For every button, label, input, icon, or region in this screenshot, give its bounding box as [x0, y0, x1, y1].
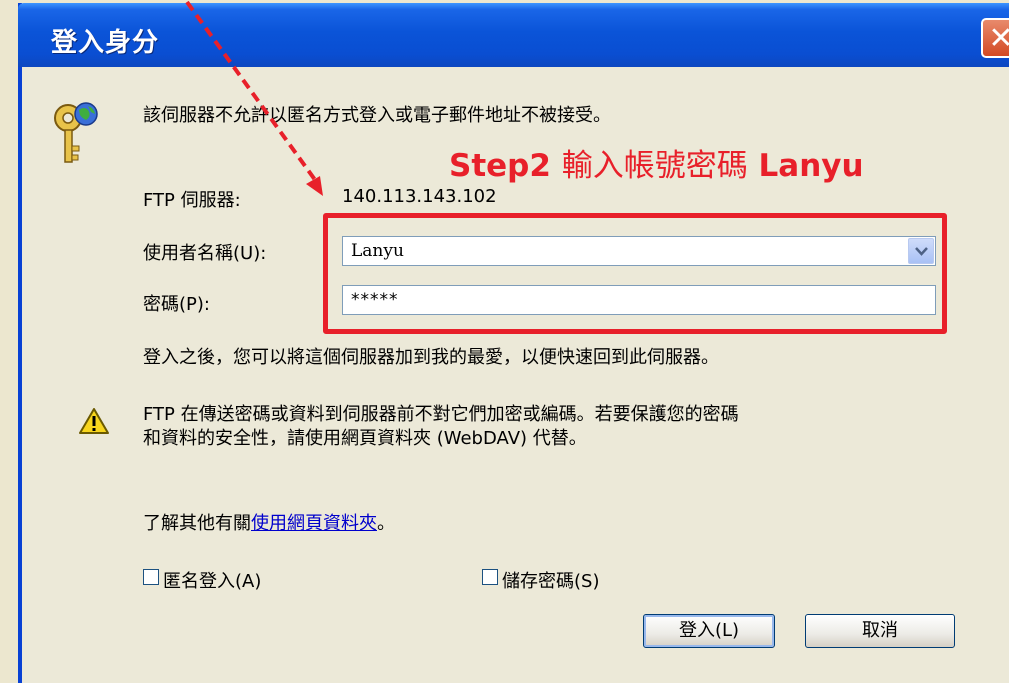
anonymous-login-label[interactable]: 匿名登入(A) — [163, 567, 261, 593]
password-label: 密碼(P): — [143, 294, 210, 315]
server-label: FTP 伺服器: — [143, 190, 241, 211]
key-icon — [54, 102, 98, 163]
step-suffix: Lanyu — [758, 148, 864, 184]
cancel-button[interactable]: 取消 — [805, 614, 955, 648]
learn-more-text: 了解其他有關使用網頁資料夾。 — [143, 509, 395, 535]
step-prefix: Step2 — [449, 148, 551, 184]
highlight-box — [323, 213, 947, 334]
anonymous-login-checkbox[interactable] — [143, 569, 159, 585]
window-title: 登入身分 — [51, 28, 160, 58]
learn-more-suffix: 。 — [377, 513, 395, 534]
learn-more-prefix: 了解其他有關 — [143, 513, 251, 534]
login-button[interactable]: 登入(L) — [643, 614, 775, 648]
favorites-note: 登入之後，您可以將這個伺服器加到我的最愛，以便快速回到此伺服器。 — [143, 347, 719, 368]
step-text: 輸入帳號密碼 — [561, 148, 748, 184]
save-password-checkbox[interactable] — [482, 569, 498, 585]
close-button[interactable]: ✕ — [981, 18, 1009, 58]
title-bar[interactable]: 登入身分 — [18, 3, 1009, 67]
server-message: 該伺服器不允許以匿名方式登入或電子郵件地址不被接受。 — [143, 105, 611, 126]
save-password-label[interactable]: 儲存密碼(S) — [502, 567, 599, 593]
warning-icon — [79, 408, 109, 434]
webfolder-link[interactable]: 使用網頁資料夾 — [251, 513, 377, 534]
warning-line-1: FTP 在傳送密碼或資料到伺服器前不對它們加密或編碼。若要保護您的密碼 — [143, 404, 739, 425]
warning-line-2: 和資料的安全性，請使用網頁資料夾 (WebDAV) 代替。 — [143, 428, 587, 449]
server-value: 140.113.143.102 — [342, 186, 497, 207]
username-label: 使用者名稱(U): — [143, 243, 267, 264]
step-annotation: Step2 輸入帳號密碼 Lanyu — [449, 140, 864, 185]
